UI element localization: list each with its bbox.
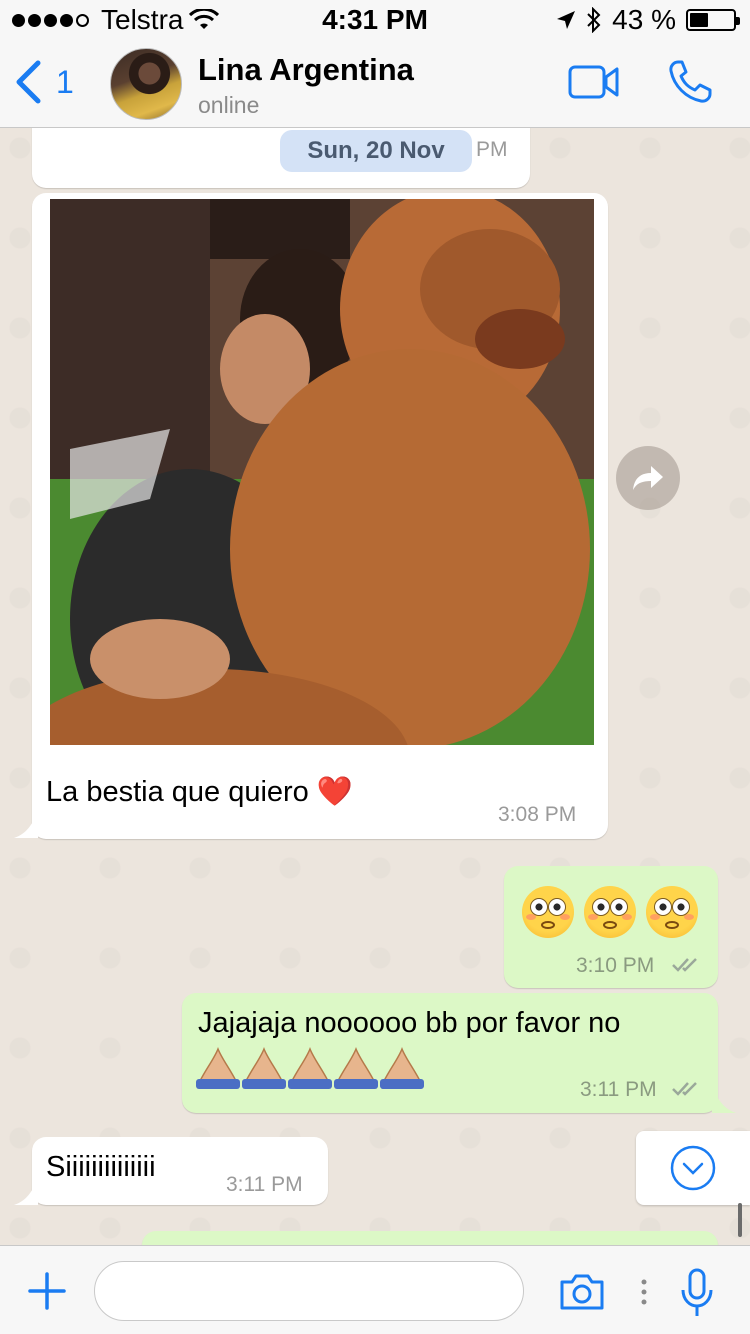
unread-count: 1 xyxy=(56,63,74,100)
chat-area[interactable]: Sun, 20 Nov PM 3:08 PM La bestia que qui… xyxy=(0,128,750,1245)
prayer-emoji-line xyxy=(196,1045,426,1096)
prayer-hands-icon xyxy=(196,1046,424,1089)
bubble-tail xyxy=(14,808,38,838)
image-caption: La bestia que quiero ❤️ xyxy=(46,776,353,808)
forward-arrow-icon xyxy=(633,466,663,490)
chat-header: 1 Lina Argentina online xyxy=(0,40,750,128)
back-button[interactable]: 1 xyxy=(14,60,74,104)
flushed-emoji xyxy=(646,886,698,938)
message-input[interactable] xyxy=(94,1261,524,1321)
read-ticks-icon xyxy=(672,1082,697,1096)
contact-status: online xyxy=(198,92,260,118)
plus-icon[interactable] xyxy=(28,1272,66,1310)
message-time: PM xyxy=(476,138,508,161)
previous-message-bubble[interactable]: Sun, 20 Nov PM xyxy=(32,128,530,188)
video-call-button[interactable] xyxy=(568,64,620,105)
input-bar xyxy=(0,1245,750,1334)
phone-icon xyxy=(669,60,712,103)
outgoing-message-bubble[interactable]: Jajajaja noooooo bb por favor no 3:11 PM xyxy=(182,993,718,1113)
contact-name[interactable]: Lina Argentina xyxy=(198,52,414,88)
bubble-tail xyxy=(14,1175,38,1205)
battery-percent: 43 % xyxy=(612,4,676,35)
read-ticks-icon xyxy=(672,958,697,972)
message-time: 3:11 PM xyxy=(580,1078,657,1101)
more-dots-icon xyxy=(641,1279,647,1305)
outgoing-message-bubble[interactable] xyxy=(142,1231,718,1245)
bluetooth-icon xyxy=(587,7,601,33)
forward-button[interactable] xyxy=(616,446,680,510)
message-text: Jajajaja noooooo bb por favor no xyxy=(198,1007,621,1039)
date-divider: Sun, 20 Nov xyxy=(280,130,472,172)
message-time: 3:10 PM xyxy=(576,954,655,977)
battery-icon xyxy=(686,9,740,31)
status-right: 43 % xyxy=(556,4,740,36)
flushed-emoji xyxy=(522,886,574,938)
outgoing-message-bubble[interactable]: 3:10 PM xyxy=(504,866,718,988)
message-time: 3:08 PM xyxy=(498,803,577,826)
camera-icon[interactable] xyxy=(558,1272,606,1312)
message-text: Siiiiiiiiiiiiii xyxy=(46,1151,156,1183)
message-text xyxy=(522,886,708,938)
bubble-tail xyxy=(712,1083,736,1113)
photo-content xyxy=(50,199,594,745)
status-bar: Telstra 4:31 PM 43 % xyxy=(0,0,750,40)
incoming-message-bubble[interactable]: Siiiiiiiiiiiiii 3:11 PM xyxy=(32,1137,328,1205)
chevron-down-circle-icon xyxy=(670,1145,716,1191)
flushed-emoji xyxy=(584,886,636,938)
video-camera-icon xyxy=(568,65,619,99)
chevron-left-icon xyxy=(16,60,41,104)
message-time: 3:11 PM xyxy=(226,1173,303,1196)
voice-call-button[interactable] xyxy=(666,58,714,111)
shared-photo[interactable] xyxy=(50,199,594,745)
microphone-icon[interactable] xyxy=(680,1268,714,1318)
scroll-to-bottom-button[interactable] xyxy=(636,1131,750,1205)
contact-avatar[interactable] xyxy=(110,48,182,120)
location-arrow-icon xyxy=(557,11,576,29)
scrollbar[interactable] xyxy=(738,1203,742,1237)
